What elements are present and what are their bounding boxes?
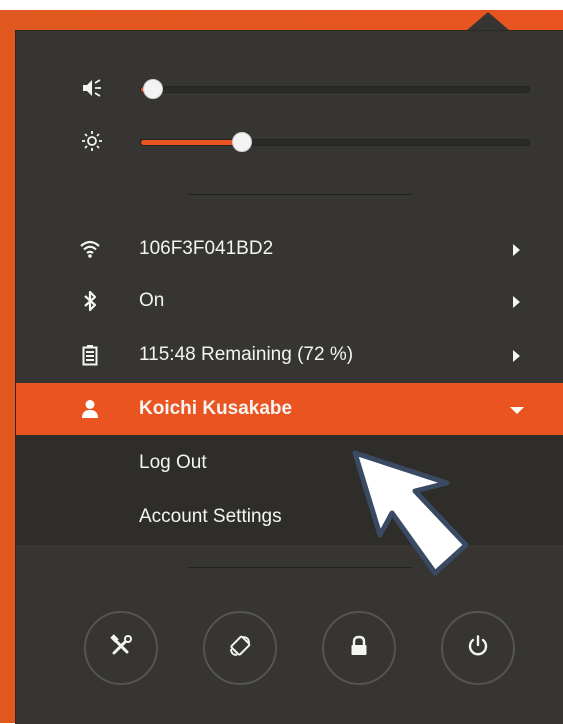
- bluetooth-icon: [78, 289, 102, 313]
- account-settings-label: Account Settings: [139, 506, 282, 527]
- brightness-icon: [80, 129, 104, 153]
- pointer-cursor-icon: [352, 450, 469, 576]
- system-menu: 106F3F041BD2 On 115:48 Remaining (72 %): [15, 30, 563, 724]
- brightness-slider-fill: [141, 140, 242, 145]
- speaker-muted-icon: [80, 76, 104, 100]
- bluetooth-status-label: On: [139, 290, 165, 311]
- volume-slider-knob[interactable]: [142, 79, 163, 99]
- lock-icon: [349, 635, 369, 662]
- brightness-slider-row: [16, 127, 563, 155]
- rotation-icon: [228, 634, 252, 663]
- power-button[interactable]: [441, 611, 515, 685]
- power-icon: [467, 634, 489, 662]
- volume-slider-row: [16, 74, 563, 102]
- battery-icon: [78, 343, 102, 367]
- brightness-slider-knob[interactable]: [231, 132, 252, 152]
- log-out-label: Log Out: [139, 452, 207, 473]
- log-out-menu-item[interactable]: Log Out: [16, 437, 563, 489]
- wifi-icon: [78, 237, 102, 261]
- person-icon: [78, 397, 102, 421]
- menu-pointer-arrow: [466, 12, 510, 31]
- separator: [189, 194, 411, 195]
- volume-slider[interactable]: [140, 79, 530, 99]
- chevron-right-icon: [513, 350, 520, 362]
- wifi-menu-item[interactable]: 106F3F041BD2: [16, 223, 563, 275]
- battery-menu-item[interactable]: 115:48 Remaining (72 %): [16, 329, 563, 381]
- rotation-lock-button[interactable]: [203, 611, 277, 685]
- settings-button[interactable]: [84, 611, 158, 685]
- settings-tools-icon: [109, 633, 133, 663]
- chevron-right-icon: [513, 296, 520, 308]
- brightness-slider[interactable]: [140, 132, 530, 152]
- top-panel-edge: [0, 0, 563, 10]
- bluetooth-menu-item[interactable]: On: [16, 275, 563, 327]
- lock-button[interactable]: [322, 611, 396, 685]
- user-name-label: Koichi Kusakabe: [139, 398, 293, 419]
- wifi-network-label: 106F3F041BD2: [139, 238, 274, 259]
- chevron-right-icon: [513, 244, 520, 256]
- battery-status-label: 115:48 Remaining (72 %): [139, 344, 354, 365]
- user-menu-item[interactable]: Koichi Kusakabe: [16, 383, 563, 435]
- chevron-down-icon: [510, 407, 524, 414]
- account-settings-menu-item[interactable]: Account Settings: [16, 491, 563, 543]
